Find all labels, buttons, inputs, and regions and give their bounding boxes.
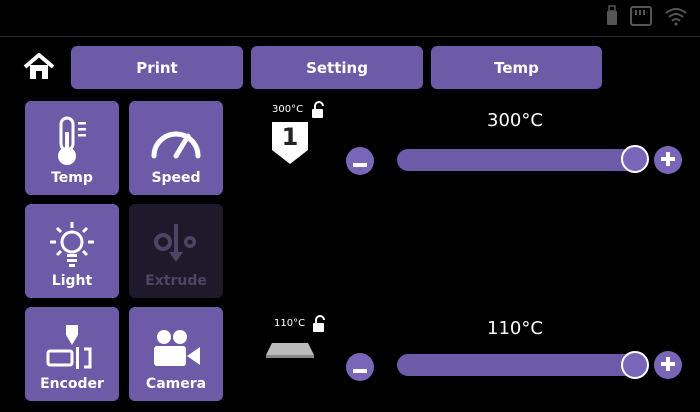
nozzle-badge: 1: [270, 120, 310, 166]
temp-tile[interactable]: Temp: [25, 101, 119, 195]
home-icon: [22, 53, 56, 88]
minus-icon: [353, 152, 367, 171]
speed-tile[interactable]: Speed: [129, 101, 223, 195]
minus-icon: [353, 358, 367, 377]
bed-value: 110°C: [487, 318, 543, 339]
unlock-icon[interactable]: [312, 315, 326, 337]
home-button[interactable]: [22, 50, 56, 84]
wifi-icon: [664, 6, 688, 26]
tab-print[interactable]: Print: [71, 46, 243, 89]
extruder-icon: [147, 219, 205, 271]
extrude-tile-label: Extrude: [145, 273, 207, 289]
extrude-tile: Extrude: [129, 204, 223, 298]
plus-icon: [661, 151, 675, 170]
speedometer-icon: [147, 116, 205, 168]
nozzle-max-label: 300°C: [272, 104, 304, 115]
bed-slider-track[interactable]: [397, 354, 639, 376]
tab-setting[interactable]: Setting: [251, 46, 423, 89]
nozzle-slider-track[interactable]: [397, 149, 639, 171]
nozzle-value: 300°C: [487, 110, 543, 131]
light-tile[interactable]: Light: [25, 204, 119, 298]
nozzle-number: 1: [281, 123, 299, 151]
bed-decrease-button[interactable]: [346, 353, 374, 381]
unlock-icon[interactable]: [311, 101, 325, 123]
light-tile-label: Light: [51, 273, 93, 289]
thermometer-icon: [43, 116, 101, 168]
bed-increase-button[interactable]: [654, 351, 682, 379]
encoder-tile[interactable]: Encoder: [25, 307, 119, 401]
tab-temp[interactable]: Temp: [431, 46, 602, 89]
usb-icon: [606, 5, 618, 27]
speed-tile-label: Speed: [151, 170, 201, 186]
camera-tile-label: Camera: [145, 376, 207, 392]
bed-max-label: 110°C: [274, 318, 306, 329]
bed-slider-knob[interactable]: [621, 351, 649, 379]
lightbulb-icon: [43, 219, 101, 271]
encoder-icon: [43, 322, 101, 374]
nozzle-slider-knob[interactable]: [621, 145, 649, 173]
status-bar: [0, 0, 700, 37]
camera-tile[interactable]: Camera: [129, 307, 223, 401]
nozzle-decrease-button[interactable]: [346, 147, 374, 175]
heated-bed-icon: [264, 341, 316, 365]
nozzle-increase-button[interactable]: [654, 146, 682, 174]
plus-icon: [661, 356, 675, 375]
sd-card-icon: [630, 6, 652, 26]
status-icons: [606, 5, 688, 27]
temp-tile-label: Temp: [51, 170, 93, 186]
camera-icon: [147, 322, 205, 374]
encoder-tile-label: Encoder: [40, 376, 104, 392]
